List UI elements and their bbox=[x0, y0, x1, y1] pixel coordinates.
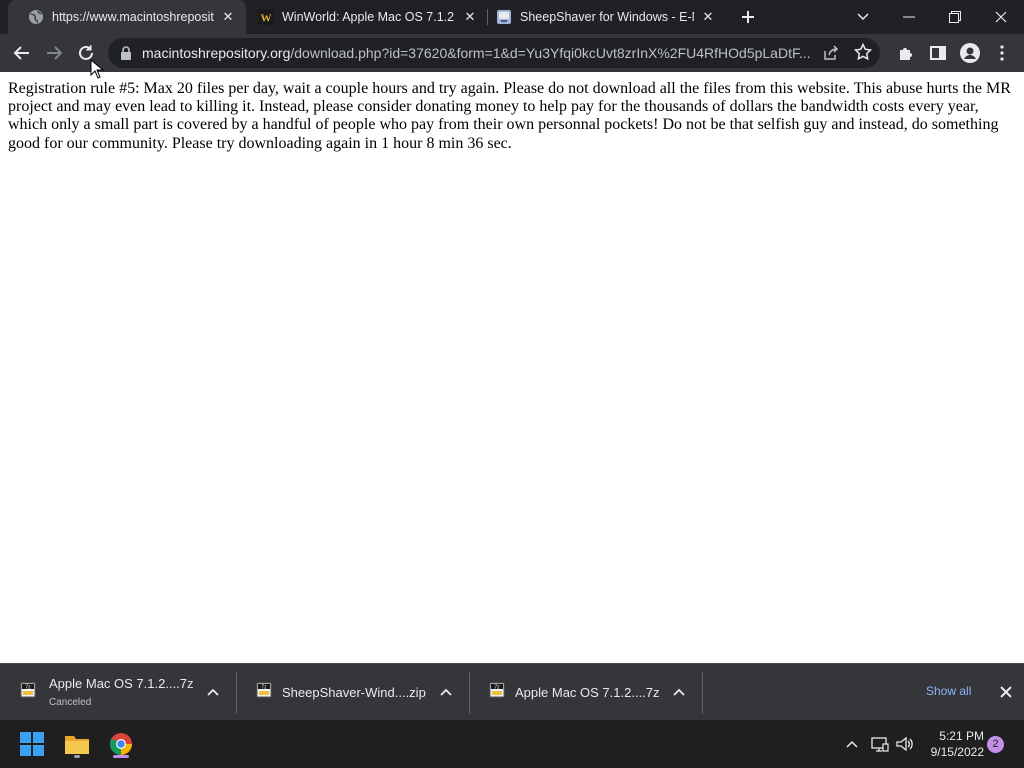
download-divider bbox=[702, 672, 703, 714]
chevron-up-icon[interactable] bbox=[671, 684, 687, 700]
download-item[interactable]: 7z Apple Mac OS 7.1.2....7z Canceled bbox=[0, 664, 236, 720]
menu-kebab-icon[interactable] bbox=[988, 39, 1016, 67]
chrome-icon[interactable] bbox=[105, 728, 137, 760]
running-indicator bbox=[74, 755, 80, 758]
download-filename: Apple Mac OS 7.1.2....7z bbox=[49, 676, 194, 691]
profile-avatar-icon[interactable] bbox=[956, 39, 984, 67]
svg-text:7z: 7z bbox=[494, 685, 500, 691]
back-arrow-icon[interactable] bbox=[8, 39, 36, 67]
svg-text:W: W bbox=[261, 13, 272, 25]
close-window-icon[interactable] bbox=[978, 0, 1024, 34]
rate-limit-message: Registration rule #5: Max 20 files per d… bbox=[8, 80, 1011, 152]
zip-archive-file-icon: 7z bbox=[256, 682, 272, 698]
7z-archive-file-icon: 7z bbox=[20, 682, 36, 698]
download-status: Canceled bbox=[49, 697, 92, 708]
file-explorer-icon[interactable] bbox=[61, 728, 93, 760]
address-bar[interactable]: macintoshrepository.org/download.php?id=… bbox=[108, 38, 880, 68]
minimize-icon[interactable] bbox=[886, 0, 932, 34]
browser-toolbar: macintoshrepository.org/download.php?id=… bbox=[0, 34, 1024, 72]
sheepshaver-icon bbox=[496, 9, 512, 25]
show-all-downloads-link[interactable]: Show all bbox=[926, 684, 971, 698]
svg-text:7z: 7z bbox=[261, 685, 267, 691]
tab-title: WinWorld: Apple Mac OS 7.1.2 (Ma bbox=[282, 10, 456, 24]
close-tab-icon[interactable]: ✕ bbox=[220, 9, 236, 25]
url-host: macintoshrepository.org bbox=[142, 45, 291, 61]
tab-strip: https://www.macintoshrepository.org/down… bbox=[0, 0, 1024, 34]
mouse-pointer-icon bbox=[90, 59, 104, 79]
notification-count-badge[interactable]: 2 bbox=[987, 736, 1004, 753]
lock-icon[interactable] bbox=[118, 45, 134, 61]
download-filename: Apple Mac OS 7.1.2....7z bbox=[515, 685, 660, 700]
tab-title: https://www.macintoshrepository.org/down… bbox=[52, 10, 214, 24]
close-tab-icon[interactable]: ✕ bbox=[700, 9, 716, 25]
new-tab-plus-icon[interactable] bbox=[736, 5, 760, 29]
download-item[interactable]: 7z SheepShaver-Wind....zip bbox=[236, 664, 469, 720]
download-item[interactable]: 7z Apple Mac OS 7.1.2....7z bbox=[469, 664, 702, 720]
window-controls bbox=[840, 0, 1024, 34]
url-text[interactable]: macintoshrepository.org/download.php?id=… bbox=[142, 45, 818, 61]
windows-start-icon[interactable] bbox=[16, 728, 48, 760]
tab-title: SheepShaver for Windows - E-Maculation bbox=[520, 10, 694, 24]
tab-search-chevron-icon[interactable] bbox=[840, 0, 886, 34]
tab-sheepshaver[interactable]: SheepShaver for Windows - E-Maculation ✕ bbox=[476, 0, 726, 34]
tab-macintosh-repository[interactable]: https://www.macintoshrepository.org/down… bbox=[8, 0, 246, 34]
bookmark-star-icon[interactable] bbox=[854, 43, 872, 61]
downloads-bar: 7z Apple Mac OS 7.1.2....7z Canceled 7z … bbox=[0, 663, 1024, 720]
windows-taskbar: 5:21 PM 9/15/2022 2 bbox=[0, 720, 1024, 768]
download-filename: SheepShaver-Wind....zip bbox=[282, 685, 426, 700]
tab-winworld[interactable]: W WinWorld: Apple Mac OS 7.1.2 (Ma ✕ bbox=[238, 0, 488, 34]
page-content: Registration rule #5: Max 20 files per d… bbox=[0, 72, 1024, 663]
winworld-icon: W bbox=[258, 9, 274, 25]
show-hidden-icons-chevron-icon[interactable] bbox=[844, 736, 860, 752]
share-icon[interactable] bbox=[822, 44, 840, 62]
chevron-up-icon[interactable] bbox=[438, 684, 454, 700]
network-icon[interactable] bbox=[871, 736, 889, 752]
side-panel-icon[interactable] bbox=[924, 39, 952, 67]
globe-icon bbox=[28, 9, 44, 25]
forward-arrow-icon[interactable] bbox=[40, 39, 68, 67]
url-path: /download.php?id=37620&form=1&d=Yu3Yfqi0… bbox=[290, 45, 811, 61]
chevron-up-icon[interactable] bbox=[205, 684, 221, 700]
running-indicator bbox=[113, 755, 129, 758]
close-downloads-bar-icon[interactable] bbox=[998, 684, 1014, 700]
volume-icon[interactable] bbox=[896, 736, 914, 752]
svg-text:7z: 7z bbox=[25, 685, 31, 691]
extensions-puzzle-icon[interactable] bbox=[892, 39, 920, 67]
7z-archive-file-icon: 7z bbox=[489, 682, 505, 698]
clock-date: 9/15/2022 bbox=[930, 745, 984, 759]
system-clock[interactable]: 5:21 PM 9/15/2022 bbox=[920, 728, 984, 760]
restore-icon[interactable] bbox=[932, 0, 978, 34]
clock-time: 5:21 PM bbox=[939, 729, 984, 743]
